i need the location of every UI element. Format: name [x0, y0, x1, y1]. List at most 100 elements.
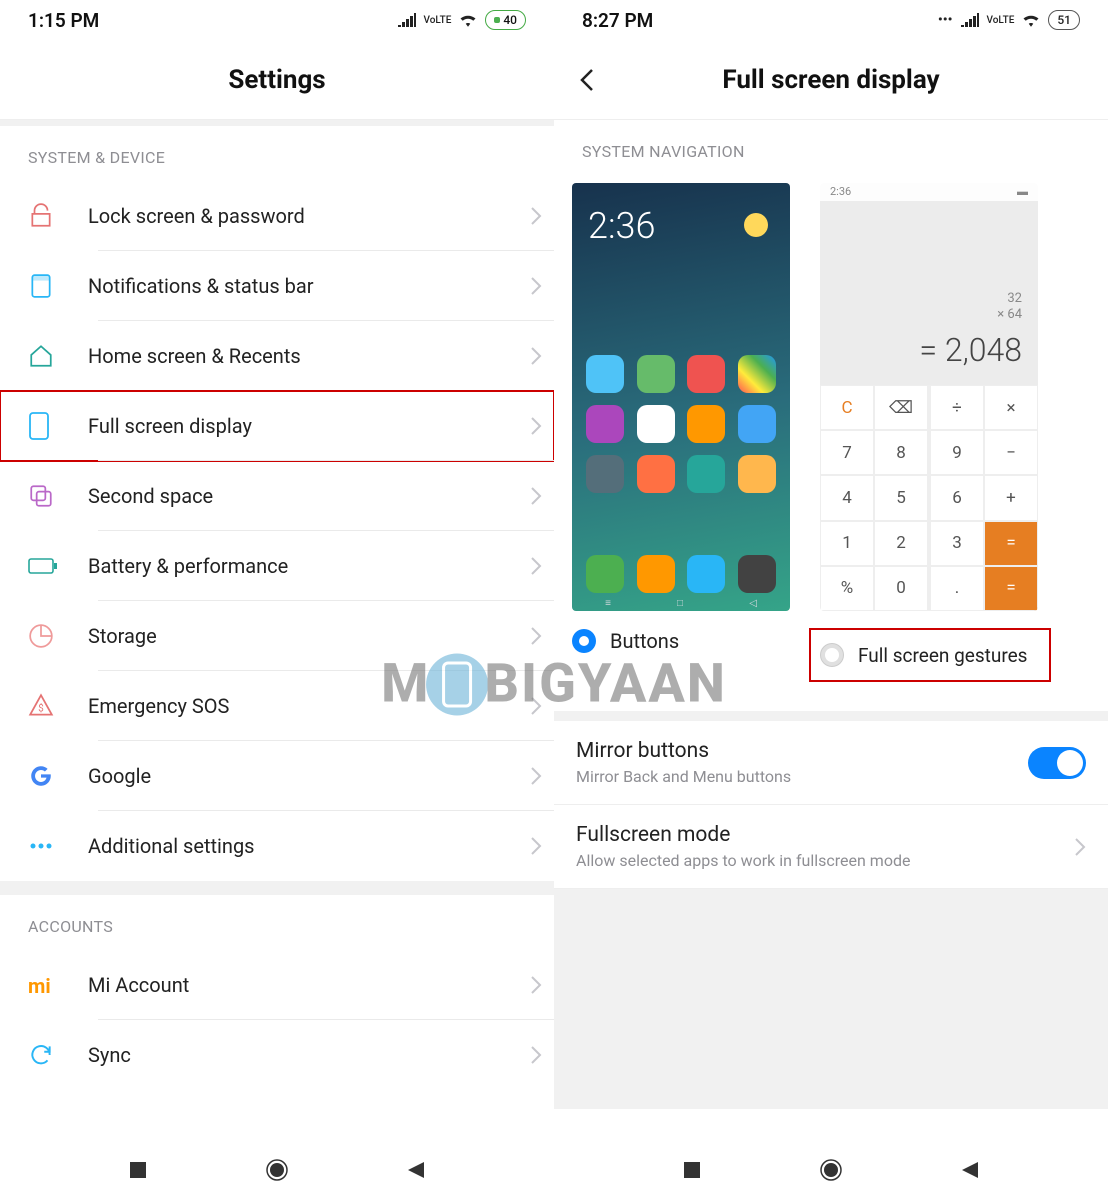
- chevron-right-icon: [530, 696, 542, 716]
- home-icon: [28, 343, 88, 369]
- storage-icon: [28, 623, 88, 649]
- radio-unselected-icon: [820, 643, 844, 667]
- calc-result: = 2,048: [919, 331, 1022, 369]
- chevron-right-icon: [530, 626, 542, 646]
- battery-icon: 40: [485, 10, 526, 30]
- row-emergency-sos[interactable]: $ Emergency SOS: [0, 671, 554, 741]
- nav-home-icon[interactable]: [264, 1157, 290, 1183]
- row-second-space[interactable]: Second space: [0, 461, 554, 531]
- volte-icon: VoLTE: [424, 16, 452, 25]
- calc-key: ÷: [930, 385, 984, 430]
- calc-key: 3: [930, 521, 984, 566]
- section-system-navigation: SYSTEM NAVIGATION: [554, 120, 1108, 175]
- nav-recents-icon[interactable]: [128, 1160, 148, 1180]
- row-label: Battery & performance: [88, 554, 530, 578]
- chevron-right-icon: [530, 836, 542, 856]
- chevron-right-icon: [530, 556, 542, 576]
- option-label: Full screen gestures: [858, 644, 1027, 667]
- calc-key: C: [820, 385, 874, 430]
- preview-time: 2:36: [588, 205, 655, 247]
- row-label: Google: [88, 764, 530, 788]
- page-title: Full screen display: [722, 65, 939, 95]
- radio-selected-icon: [572, 629, 596, 653]
- android-nav-bar: [554, 1140, 1108, 1200]
- nav-back-icon[interactable]: [406, 1160, 426, 1180]
- chevron-right-icon: [530, 416, 542, 436]
- chevron-right-icon: [530, 1045, 542, 1065]
- row-label: Notifications & status bar: [88, 274, 530, 298]
- option-full-screen-gestures[interactable]: Full screen gestures: [810, 629, 1050, 681]
- title-bar: Full screen display: [554, 40, 1108, 120]
- row-label: Additional settings: [88, 834, 530, 858]
- page-title: Settings: [228, 65, 325, 95]
- row-notifications[interactable]: Notifications & status bar: [0, 251, 554, 321]
- row-full-screen-display[interactable]: Full screen display: [0, 391, 554, 461]
- row-home-screen[interactable]: Home screen & Recents: [0, 321, 554, 391]
- setting-title: Mirror buttons: [576, 739, 1028, 763]
- calc-key: 7: [820, 430, 874, 475]
- row-lock-screen[interactable]: Lock screen & password: [0, 181, 554, 251]
- chevron-right-icon: [530, 975, 542, 995]
- second-space-icon: [28, 483, 88, 509]
- wifi-icon: [459, 13, 477, 27]
- calc-key: ⌫: [874, 385, 928, 430]
- row-label: Full screen display: [88, 414, 530, 438]
- calc-key: 4: [820, 475, 874, 520]
- setting-subtitle: Allow selected apps to work in fullscree…: [576, 851, 1074, 870]
- nav-back-icon[interactable]: [960, 1160, 980, 1180]
- battery-icon: 51: [1048, 10, 1080, 30]
- row-mirror-buttons[interactable]: Mirror buttons Mirror Back and Menu butt…: [554, 721, 1108, 805]
- chevron-right-icon: [530, 766, 542, 786]
- chevron-right-icon: [530, 486, 542, 506]
- volte-icon: VoLTE: [987, 16, 1015, 25]
- weather-sun-icon: [744, 213, 768, 237]
- row-additional-settings[interactable]: Additional settings: [0, 811, 554, 881]
- sync-icon: [28, 1042, 88, 1068]
- calc-key: %: [820, 566, 874, 611]
- calc-key: 2: [874, 521, 928, 566]
- chevron-right-icon: [530, 206, 542, 226]
- row-label: Storage: [88, 624, 530, 648]
- row-mi-account[interactable]: mi Mi Account: [0, 950, 554, 1020]
- calc-key: =: [984, 521, 1038, 566]
- calc-key: 8: [874, 430, 928, 475]
- signal-icon: [961, 13, 979, 27]
- battery-perf-icon: [28, 556, 88, 576]
- back-button[interactable]: [578, 66, 596, 94]
- toggle-on-icon[interactable]: [1028, 747, 1086, 779]
- more-icon: [28, 841, 88, 851]
- row-label: Mi Account: [88, 973, 530, 997]
- calc-key: 5: [874, 475, 928, 520]
- notifications-icon: [28, 273, 88, 299]
- row-label: Home screen & Recents: [88, 344, 530, 368]
- calc-key: =: [984, 566, 1038, 611]
- chevron-right-icon: [530, 276, 542, 296]
- option-label: Buttons: [610, 629, 679, 653]
- calc-key: −: [984, 430, 1038, 475]
- nav-recents-icon[interactable]: [682, 1160, 702, 1180]
- full-screen-display-screen: 8:27 PM ••• VoLTE 51 Full screen display…: [554, 0, 1108, 1109]
- sos-icon: $: [28, 693, 88, 719]
- calc-line1: 32: [1007, 291, 1022, 307]
- status-bar: 8:27 PM ••• VoLTE 51: [554, 0, 1108, 40]
- status-time: 1:15 PM: [28, 9, 99, 32]
- svg-text:$: $: [38, 703, 43, 714]
- nav-home-icon[interactable]: [818, 1157, 844, 1183]
- calc-key: 1: [820, 521, 874, 566]
- google-icon: [28, 763, 88, 789]
- row-google[interactable]: Google: [0, 741, 554, 811]
- title-bar: Settings: [0, 40, 554, 120]
- signal-icon: [398, 13, 416, 27]
- row-battery[interactable]: Battery & performance: [0, 531, 554, 601]
- row-label: Lock screen & password: [88, 204, 530, 228]
- row-storage[interactable]: Storage: [0, 601, 554, 671]
- option-buttons[interactable]: Buttons: [572, 629, 679, 653]
- row-sync[interactable]: Sync: [0, 1020, 554, 1090]
- calc-key: +: [984, 475, 1038, 520]
- svg-text:mi: mi: [28, 975, 51, 995]
- section-system-device: SYSTEM & DEVICE: [0, 126, 554, 181]
- row-fullscreen-mode[interactable]: Fullscreen mode Allow selected apps to w…: [554, 805, 1108, 889]
- wifi-icon: [1022, 13, 1040, 27]
- status-bar: 1:15 PM VoLTE 40: [0, 0, 554, 40]
- calc-line2: × 64: [997, 307, 1022, 323]
